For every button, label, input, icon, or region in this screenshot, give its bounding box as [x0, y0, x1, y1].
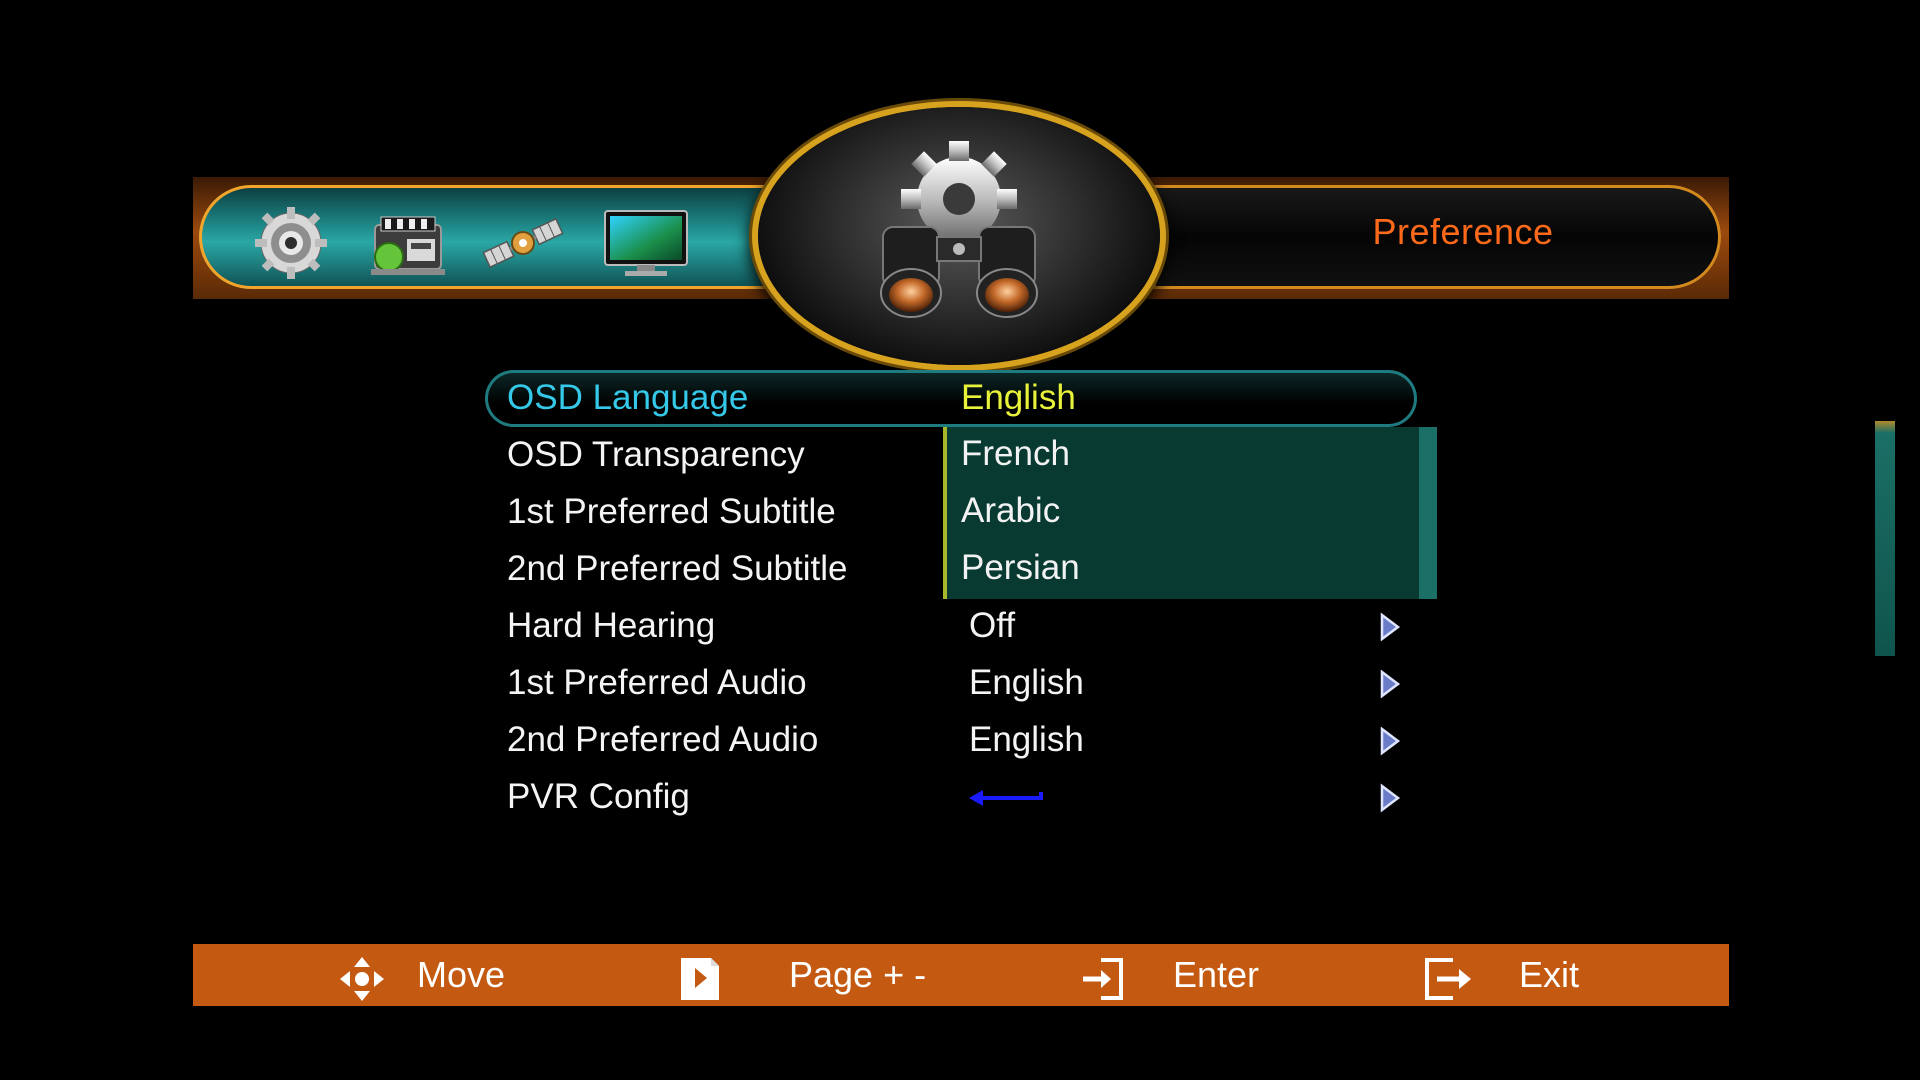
installation-icon[interactable] [251, 203, 331, 283]
page-icon [681, 958, 719, 1000]
menu-row-value: English [961, 378, 1076, 417]
footer-move-label: Move [417, 954, 506, 995]
menu-row-label: PVR Config [507, 777, 690, 816]
arrow-right-icon[interactable] [1379, 669, 1401, 699]
menu-row-1st-subtitle[interactable]: 1st Preferred Subtitle [485, 484, 1435, 541]
preference-emblem [758, 107, 1160, 365]
arrow-right-icon[interactable] [1379, 726, 1401, 756]
menu-row-osd-language[interactable]: OSD Language English [485, 370, 1417, 427]
menu-row-label: OSD Language [507, 378, 749, 417]
footer-enter-label: Enter [1173, 954, 1260, 995]
menu-row-label: 1st Preferred Audio [507, 663, 807, 702]
arrow-right-icon[interactable] [1379, 612, 1401, 642]
enter-arrow-icon [969, 790, 1043, 806]
menu-row-label: 1st Preferred Subtitle [507, 492, 836, 531]
footer-exit-label: Exit [1519, 954, 1580, 995]
menu-row-label: Hard Hearing [507, 606, 716, 645]
top-banner: Preference [193, 107, 1729, 365]
page-title: Preference [1372, 211, 1554, 252]
menu-row-hard-hearing[interactable]: Hard Hearing Off [485, 598, 1435, 655]
gear-binoculars-icon [880, 141, 1038, 318]
footer-page-label: Page + - [789, 954, 927, 995]
menu-row-pvr-config[interactable]: PVR Config [485, 769, 1435, 826]
menu-row-osd-transparency[interactable]: OSD Transparency [485, 427, 1435, 484]
menu-row-value: Off [969, 606, 1016, 645]
menu-row-2nd-subtitle[interactable]: 2nd Preferred Subtitle [485, 541, 1435, 598]
move-arrows-icon [340, 957, 384, 1001]
enter-icon [1083, 958, 1123, 1000]
menu-row-value: English [969, 720, 1084, 759]
dropdown-scrollbar[interactable] [1875, 421, 1895, 656]
menu-row-value: English [969, 663, 1084, 702]
satellite-icon[interactable] [481, 203, 564, 283]
footer-help-bar: Move Page + - Enter Exit [193, 944, 1729, 1006]
arrow-right-icon[interactable] [1379, 783, 1401, 813]
menu-row-label: 2nd Preferred Subtitle [507, 549, 848, 588]
menu-row-label: 2nd Preferred Audio [507, 720, 819, 759]
tv-icon[interactable] [601, 203, 688, 283]
category-bar [199, 185, 819, 289]
menu-row-2nd-audio[interactable]: 2nd Preferred Audio English [485, 712, 1435, 769]
exit-icon [1425, 958, 1471, 1000]
menu-row-1st-audio[interactable]: 1st Preferred Audio English [485, 655, 1435, 712]
menu-row-label: OSD Transparency [507, 435, 805, 474]
media-icon[interactable] [367, 203, 447, 283]
